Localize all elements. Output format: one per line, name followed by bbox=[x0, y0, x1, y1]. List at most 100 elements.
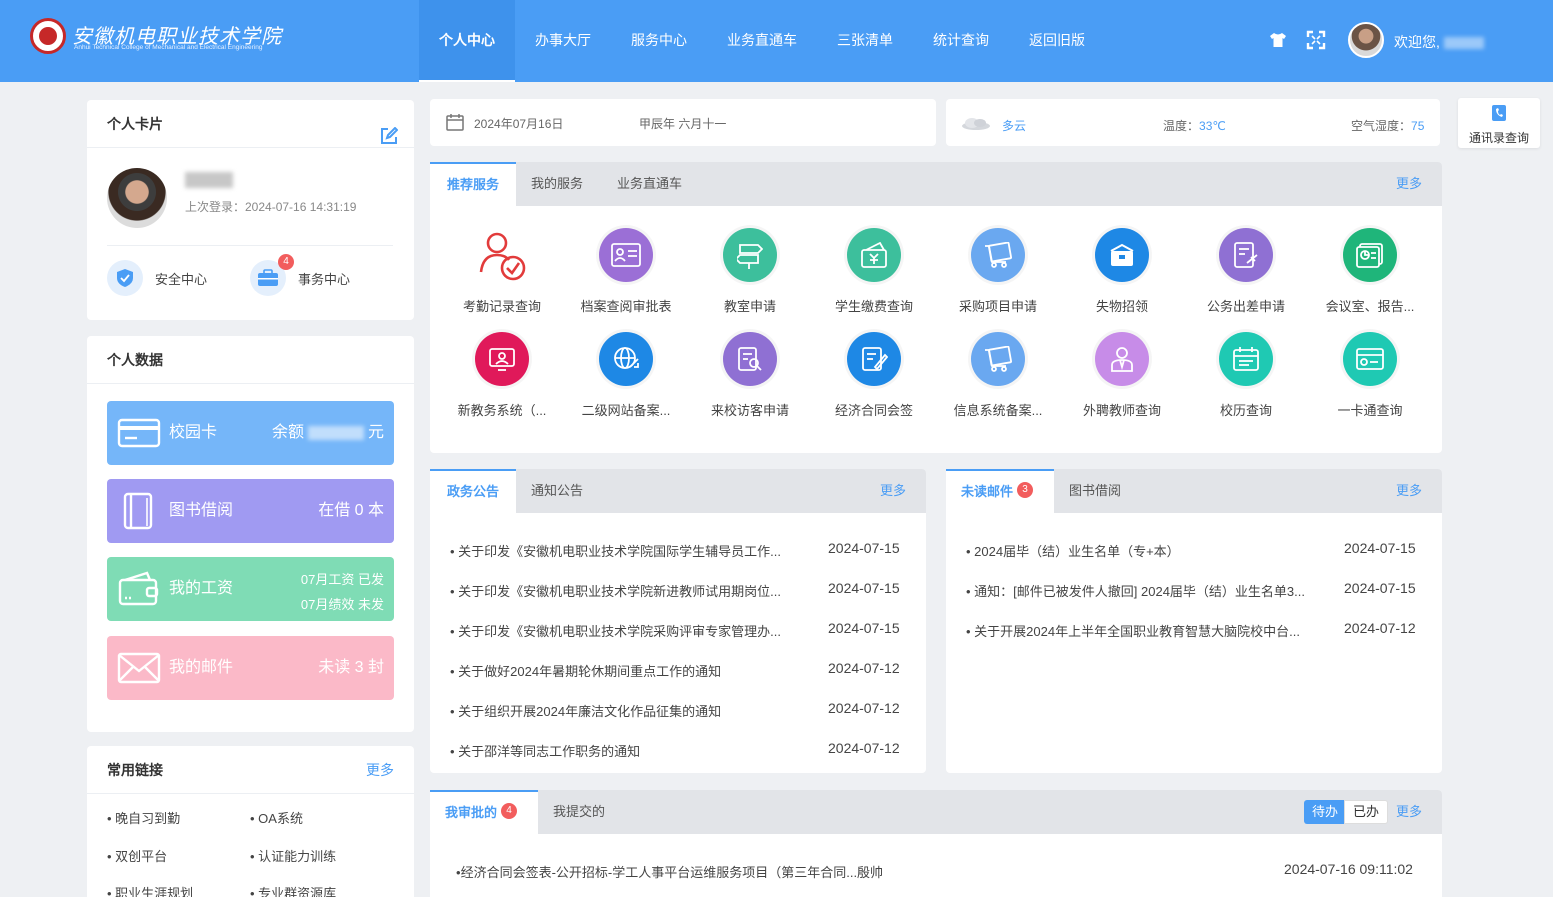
welcome-text: 欢迎您, bbox=[1394, 34, 1440, 50]
link-career-planning[interactable]: • 职业生涯规划 bbox=[107, 883, 193, 897]
tab-my-submissions[interactable]: 我提交的 bbox=[553, 790, 605, 834]
notice-item[interactable]: • 关于印发《安徽机电职业技术学院采购评审专家管理办... bbox=[450, 621, 781, 640]
service-contract-countersign[interactable]: 经济合同会签 bbox=[812, 332, 936, 419]
filter-pending-button[interactable]: 待办 bbox=[1303, 800, 1346, 824]
tab-library-borrow[interactable]: 图书借阅 bbox=[1069, 469, 1121, 513]
nav-service-center[interactable]: 服务中心 bbox=[611, 0, 707, 82]
services-more-link[interactable]: 更多 bbox=[1396, 162, 1422, 206]
nav-old-version[interactable]: 返回旧版 bbox=[1009, 0, 1105, 82]
link-resource-library[interactable]: • 专业群资源库 bbox=[250, 883, 336, 897]
tab-recommended-services[interactable]: 推荐服务 bbox=[430, 162, 516, 206]
service-student-fee-query[interactable]: 学生缴费查询 bbox=[812, 228, 936, 315]
logo-english-name: Anhui Technical College of Mechanical an… bbox=[74, 44, 263, 51]
service-label: 新教务系统（... bbox=[457, 403, 547, 418]
service-label: 失物招领 bbox=[1095, 299, 1148, 314]
contact-lookup-label: 通讯录查询 bbox=[1468, 131, 1529, 145]
tab-unread-mails[interactable]: 未读邮件 3 bbox=[946, 469, 1054, 513]
service-info-system-filing[interactable]: 信息系统备案... bbox=[936, 332, 1060, 419]
welcome-user[interactable]: 欢迎您, bbox=[1394, 32, 1484, 52]
service-school-calendar[interactable]: 校历查询 bbox=[1184, 332, 1308, 419]
fullscreen-icon[interactable] bbox=[1306, 30, 1326, 50]
security-center-link[interactable]: 安全中心 bbox=[107, 260, 207, 296]
mail-item[interactable]: • 2024届毕（结）业生名单（专+本） bbox=[966, 541, 1180, 560]
service-classroom-application[interactable]: 教室申请 bbox=[688, 228, 812, 315]
nav-business-express[interactable]: 业务直通车 bbox=[707, 0, 817, 82]
notice-date: 2024-07-15 bbox=[828, 580, 900, 596]
service-card-query[interactable]: 一卡通查询 bbox=[1308, 332, 1432, 419]
notice-item[interactable]: • 关于做好2024年暑期轮休期间重点工作的通知 bbox=[450, 661, 721, 680]
user-avatar[interactable] bbox=[1348, 22, 1384, 58]
mail-tile[interactable]: 我的邮件 未读 3 封 bbox=[107, 636, 394, 700]
link-label: 晚自习到勤 bbox=[115, 811, 181, 826]
salary-status: 07月工资 已发 bbox=[300, 572, 384, 587]
service-website-filing[interactable]: 二级网站备案... bbox=[564, 332, 688, 419]
skin-shirt-icon[interactable] bbox=[1268, 30, 1288, 50]
mail-item[interactable]: • 关于开展2024年上半年全国职业教育智慧大脑院校中台... bbox=[966, 621, 1300, 640]
service-business-trip-application[interactable]: 公务出差申请 bbox=[1184, 228, 1308, 315]
affairs-center-link[interactable]: 4 事务中心 bbox=[250, 254, 351, 296]
approvals-more-link[interactable]: 更多 bbox=[1396, 790, 1422, 834]
filter-done-button[interactable]: 已办 bbox=[1343, 800, 1388, 824]
service-new-academic-system[interactable]: 新教务系统（... bbox=[440, 332, 564, 419]
tab-general-notices[interactable]: 通知公告 bbox=[531, 469, 583, 513]
tab-my-approvals[interactable]: 我审批的 4 bbox=[430, 790, 538, 834]
campus-card-balance: 余额 元 bbox=[272, 401, 384, 465]
tab-government-notices[interactable]: 政务公告 bbox=[430, 469, 516, 513]
notice-item[interactable]: • 关于印发《安徽机电职业技术学院新进教师试用期岗位... bbox=[450, 581, 781, 600]
tab-unread-mails-label: 未读邮件 bbox=[961, 484, 1014, 499]
link-innovation-platform[interactable]: • 双创平台 bbox=[107, 846, 167, 865]
attendance-user-check-icon bbox=[475, 228, 529, 282]
approval-badge: 4 bbox=[501, 803, 518, 819]
security-center-label: 安全中心 bbox=[155, 271, 208, 287]
profile-photo bbox=[107, 168, 167, 228]
service-meeting-room[interactable]: 会议室、报告... bbox=[1308, 228, 1432, 315]
service-procurement-application[interactable]: 采购项目申请 bbox=[936, 228, 1060, 315]
notices-more-link[interactable]: 更多 bbox=[880, 469, 906, 513]
link-certification-training[interactable]: • 认证能力训练 bbox=[250, 846, 336, 865]
link-evening-study[interactable]: • 晚自习到勤 bbox=[107, 808, 180, 827]
nav-service-hall[interactable]: 办事大厅 bbox=[515, 0, 611, 82]
service-external-teacher-query[interactable]: 外聘教师查询 bbox=[1060, 332, 1184, 419]
notice-item[interactable]: • 关于邵洋等同志工作职务的通知 bbox=[450, 741, 640, 760]
notice-date: 2024-07-12 bbox=[828, 700, 900, 716]
campus-card-tile[interactable]: 校园卡 余额 元 bbox=[107, 401, 394, 465]
affairs-center-label: 事务中心 bbox=[298, 271, 351, 287]
links-more-link[interactable]: 更多 bbox=[366, 746, 394, 794]
personal-data-title: 个人数据 bbox=[87, 336, 414, 384]
salary-tile[interactable]: 我的工资 07月工资 已发 07月绩效 未发 bbox=[107, 557, 394, 621]
weather-desc: 多云 bbox=[1002, 119, 1027, 133]
service-attendance-query[interactable]: 考勤记录查询 bbox=[440, 228, 564, 315]
edit-icon[interactable] bbox=[380, 116, 399, 164]
contact-lookup-button[interactable]: 通讯录查询 bbox=[1458, 98, 1540, 148]
service-visitor-application[interactable]: 来校访客申请 bbox=[688, 332, 812, 419]
globe-icon bbox=[599, 332, 653, 386]
nav-three-lists[interactable]: 三张清单 bbox=[817, 0, 913, 82]
presentation-chart-icon bbox=[1343, 228, 1397, 282]
notice-date: 2024-07-12 bbox=[828, 740, 900, 756]
balance-redacted bbox=[307, 425, 364, 440]
cloudy-icon bbox=[960, 115, 992, 134]
notice-item[interactable]: • 关于组织开展2024年廉洁文化作品征集的通知 bbox=[450, 701, 721, 720]
nav-statistics[interactable]: 统计查询 bbox=[913, 0, 1009, 82]
link-oa-system[interactable]: • OA系统 bbox=[250, 808, 303, 827]
bonus-status: 07月绩效 未发 bbox=[300, 597, 384, 612]
approval-item[interactable]: •经济合同会签表-公开招标-学工人事平台运维服务项目（第三年合同...殷帅 bbox=[456, 862, 883, 881]
notice-item[interactable]: • 关于印发《安徽机电职业技术学院国际学生辅导员工作... bbox=[450, 541, 781, 560]
personal-card-title: 个人卡片 bbox=[87, 100, 414, 148]
tab-my-services[interactable]: 我的服务 bbox=[531, 162, 583, 206]
tab-business-express[interactable]: 业务直通车 bbox=[617, 162, 682, 206]
approvals-card: 我审批的 4 我提交的 待办 已办 更多 •经济合同会签表-公开招标-学工人事平台… bbox=[430, 790, 1442, 897]
service-lost-and-found[interactable]: 失物招领 bbox=[1060, 228, 1184, 315]
common-links-title: 常用链接 更多 bbox=[87, 746, 414, 794]
nav-personal-center[interactable]: 个人中心 bbox=[419, 0, 515, 82]
services-card: 推荐服务 我的服务 业务直通车 更多 考勤记录查询 档案查阅审批表 教室申请 学… bbox=[430, 162, 1442, 453]
library-tile[interactable]: 图书借阅 在借 0 本 bbox=[107, 479, 394, 543]
mail-title: 关于开展2024年上半年全国职业教育智慧大脑院校中台... bbox=[974, 624, 1300, 639]
trip-plane-doc-icon bbox=[1219, 228, 1273, 282]
mail-item[interactable]: • 通知：[邮件已被发件人撤回] 2024届毕（结）业生名单3... bbox=[966, 581, 1305, 600]
service-archive-approval[interactable]: 档案查阅审批表 bbox=[564, 228, 688, 315]
service-label: 二级网站备案... bbox=[581, 403, 671, 418]
mails-more-link[interactable]: 更多 bbox=[1396, 469, 1422, 513]
school-logo[interactable]: 安徽机电职业技术学院 Anhui Technical College of Me… bbox=[30, 18, 281, 58]
service-label: 教室申请 bbox=[723, 299, 776, 314]
